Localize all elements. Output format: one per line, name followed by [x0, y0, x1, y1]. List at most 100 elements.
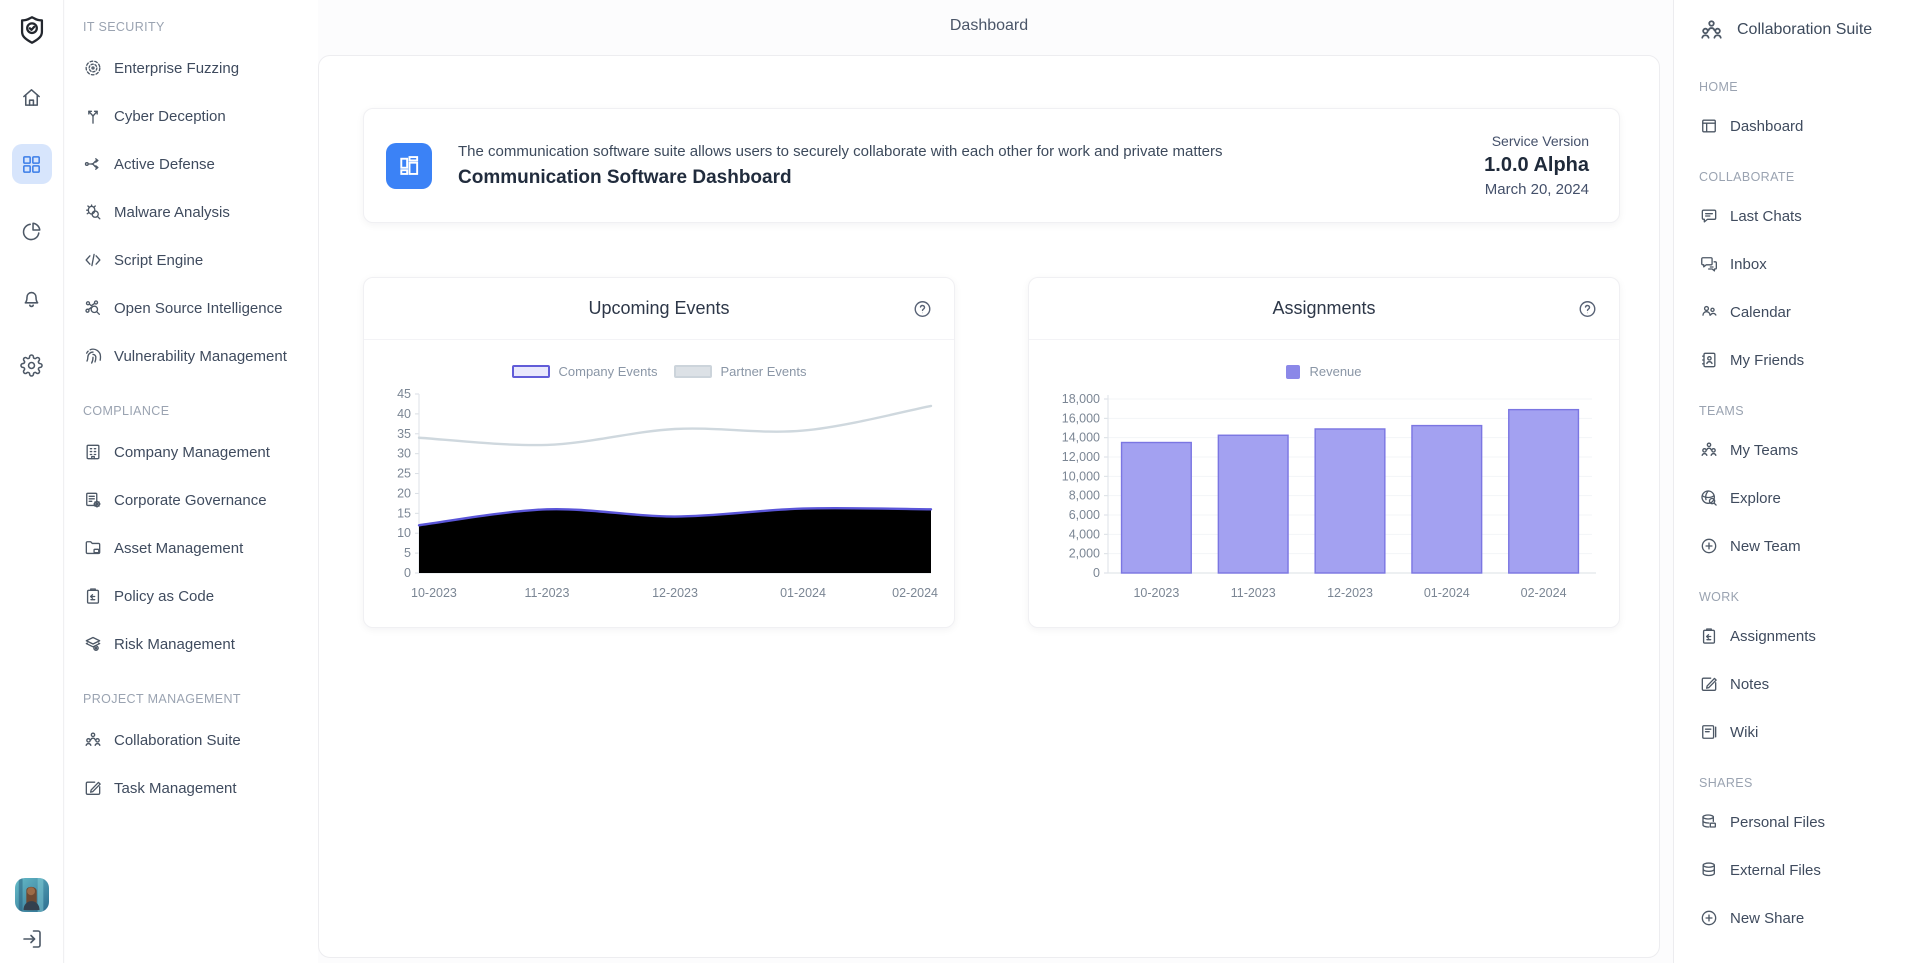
- item-label: My Friends: [1730, 352, 1804, 369]
- right-item-last-chats[interactable]: Last Chats: [1687, 192, 1920, 240]
- left-sidebar: IT SECURITYEnterprise FuzzingCyber Decep…: [65, 0, 318, 963]
- svg-text:02-2024: 02-2024: [1521, 586, 1567, 600]
- note-pencil-icon: [83, 778, 103, 798]
- item-label: Task Management: [114, 780, 237, 797]
- svg-text:5: 5: [404, 546, 411, 560]
- svg-text:2,000: 2,000: [1069, 547, 1100, 561]
- sidebar-item-task-management[interactable]: Task Management: [83, 764, 318, 812]
- right-item-new-team[interactable]: New Team: [1687, 522, 1920, 570]
- svg-text:15: 15: [397, 506, 411, 520]
- home-icon[interactable]: [12, 77, 52, 117]
- users-group-icon: [1698, 17, 1725, 44]
- right-item-explore[interactable]: Explore: [1687, 474, 1920, 522]
- sidebar-item-script-engine[interactable]: Script Engine: [83, 236, 318, 284]
- assignments-card: Assignments Revenue 02,0004,0006,0008,00…: [1028, 277, 1620, 628]
- plus-circle-icon: [1699, 908, 1719, 928]
- sidebar-item-collaboration-suite[interactable]: Collaboration Suite: [83, 716, 318, 764]
- right-item-external-files[interactable]: External Files: [1687, 846, 1920, 894]
- svg-text:02-2024: 02-2024: [892, 586, 938, 600]
- card-title-text: Assignments: [1272, 298, 1375, 319]
- sidebar-section-project-management: PROJECT MANAGEMENT: [83, 692, 318, 706]
- sidebar-item-asset-management[interactable]: Asset Management: [83, 524, 318, 572]
- globe-search-icon: [1699, 488, 1719, 508]
- database-icon: [1699, 860, 1719, 880]
- item-label: Cyber Deception: [114, 108, 226, 125]
- item-label: Active Defense: [114, 156, 215, 173]
- sidebar-item-policy-as-code[interactable]: Policy as Code: [83, 572, 318, 620]
- svg-text:20: 20: [397, 486, 411, 500]
- item-label: Last Chats: [1730, 208, 1802, 225]
- network-search-icon: [83, 298, 103, 318]
- sidebar-item-risk-management[interactable]: Risk Management: [83, 620, 318, 668]
- svg-text:01-2024: 01-2024: [1424, 586, 1470, 600]
- banner-text: The communication software suite allows …: [458, 143, 1223, 189]
- right-item-assignments[interactable]: Assignments: [1687, 612, 1920, 660]
- page-title: Dashboard: [318, 17, 1660, 35]
- right-item-new-share[interactable]: New Share: [1687, 894, 1920, 942]
- right-item-inbox[interactable]: Inbox: [1687, 240, 1920, 288]
- upcoming-events-title: Upcoming Events: [364, 278, 954, 340]
- legend-item-partner-events[interactable]: Partner Events: [674, 364, 807, 379]
- item-label: Malware Analysis: [114, 204, 230, 221]
- right-sidebar-title-text: Collaboration Suite: [1737, 21, 1872, 39]
- pie-chart-icon[interactable]: [12, 211, 52, 251]
- right-item-my-teams[interactable]: My Teams: [1687, 426, 1920, 474]
- doc-gear-icon: [83, 490, 103, 510]
- bell-icon[interactable]: [12, 278, 52, 318]
- svg-text:01-2024: 01-2024: [780, 586, 826, 600]
- grid-icon[interactable]: [12, 144, 52, 184]
- assignments-title: Assignments: [1029, 278, 1619, 340]
- item-label: Inbox: [1730, 256, 1767, 273]
- branch-icon: [83, 106, 103, 126]
- sidebar-item-enterprise-fuzzing[interactable]: Enterprise Fuzzing: [83, 44, 318, 92]
- chat-icon: [1699, 206, 1719, 226]
- two-users-icon: [1699, 302, 1719, 322]
- legend-item-company-events[interactable]: Company Events: [512, 364, 658, 379]
- logout-icon[interactable]: [20, 927, 44, 951]
- target-icon: [83, 58, 103, 78]
- sidebar-item-vulnerability-management[interactable]: Vulnerability Management: [83, 332, 318, 380]
- item-label: Company Management: [114, 444, 270, 461]
- bug-search-icon: [83, 202, 103, 222]
- svg-text:14,000: 14,000: [1062, 431, 1100, 445]
- help-icon[interactable]: [912, 298, 933, 319]
- sidebar-item-corporate-governance[interactable]: Corporate Governance: [83, 476, 318, 524]
- svg-text:35: 35: [397, 427, 411, 441]
- right-sidebar-title[interactable]: Collaboration Suite: [1687, 0, 1920, 60]
- right-section-shares: SHARES: [1687, 776, 1920, 790]
- sidebar-item-open-source-intelligence[interactable]: Open Source Intelligence: [83, 284, 318, 332]
- right-item-wiki[interactable]: Wiki: [1687, 708, 1920, 756]
- item-label: Policy as Code: [114, 588, 214, 605]
- svg-text:10-2023: 10-2023: [411, 586, 457, 600]
- help-icon[interactable]: [1577, 298, 1598, 319]
- item-label: Collaboration Suite: [114, 732, 241, 749]
- sidebar-item-active-defense[interactable]: Active Defense: [83, 140, 318, 188]
- right-section-collaborate: COLLABORATE: [1687, 170, 1920, 184]
- right-item-notes[interactable]: Notes: [1687, 660, 1920, 708]
- service-version-value: 1.0.0 Alpha: [1484, 155, 1589, 175]
- gear-icon[interactable]: [12, 345, 52, 385]
- main-panel: The communication software suite allows …: [318, 55, 1660, 958]
- contact-book-icon: [1699, 350, 1719, 370]
- doc-lines-icon: [1699, 722, 1719, 742]
- legend-item-revenue[interactable]: Revenue: [1286, 364, 1361, 379]
- legend-swatch: [1286, 365, 1300, 379]
- icon-rail: [0, 0, 64, 963]
- banner-title: Communication Software Dashboard: [458, 167, 1223, 189]
- clipboard-arrow-icon: [83, 586, 103, 606]
- sidebar-item-cyber-deception[interactable]: Cyber Deception: [83, 92, 318, 140]
- right-item-my-friends[interactable]: My Friends: [1687, 336, 1920, 384]
- svg-text:6,000: 6,000: [1069, 508, 1100, 522]
- user-avatar[interactable]: [15, 878, 49, 912]
- sidebar-item-company-management[interactable]: Company Management: [83, 428, 318, 476]
- sidebar-item-malware-analysis[interactable]: Malware Analysis: [83, 188, 318, 236]
- right-item-dashboard[interactable]: Dashboard: [1687, 102, 1920, 150]
- right-item-personal-files[interactable]: Personal Files: [1687, 798, 1920, 846]
- right-section-work: WORK: [1687, 590, 1920, 604]
- app-logo-shield-check-icon[interactable]: [15, 13, 49, 47]
- upcoming-events-chart: Company EventsPartner Events 05101520253…: [364, 340, 954, 619]
- right-item-calendar[interactable]: Calendar: [1687, 288, 1920, 336]
- right-section-teams: TEAMS: [1687, 404, 1920, 418]
- service-version-label: Service Version: [1484, 134, 1589, 148]
- bar-chart: 02,0004,0006,0008,00010,00012,00014,0001…: [1044, 387, 1604, 619]
